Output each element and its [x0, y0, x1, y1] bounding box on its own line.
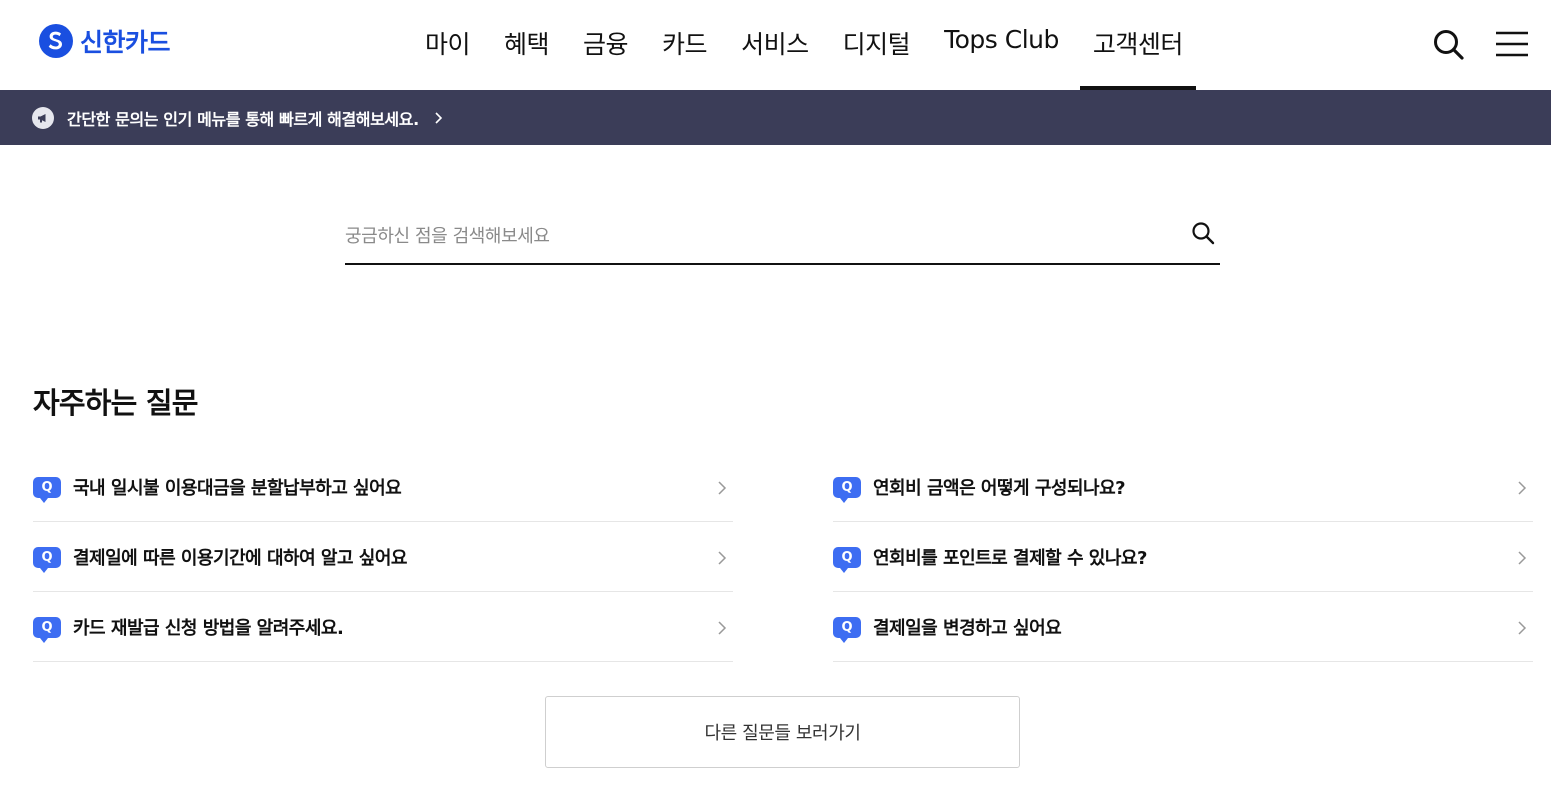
- hamburger-menu-icon[interactable]: [1494, 28, 1530, 60]
- faq-item[interactable]: Q 카드 재발급 신청 방법을 알려주세요.: [33, 592, 733, 662]
- faq-question: 결제일에 따른 이용기간에 대하여 알고 싶어요: [73, 547, 407, 569]
- search-bar: [345, 210, 1220, 265]
- brand-name: 신한카드: [80, 28, 171, 57]
- question-badge-icon: Q: [833, 547, 861, 573]
- faq-list-right: Q 연회비 금액은 어떻게 구성되나요? Q 연회비를 포인트로 결제할 수 있…: [833, 452, 1533, 662]
- nav-item-my[interactable]: 마이: [412, 0, 483, 90]
- megaphone-icon: [32, 106, 54, 129]
- question-badge-icon: Q: [33, 617, 61, 643]
- chevron-right-icon: [1518, 481, 1527, 495]
- chevron-right-icon: [1518, 621, 1527, 635]
- faq-question: 카드 재발급 신청 방법을 알려주세요.: [73, 617, 344, 639]
- nav-item-finance[interactable]: 금융: [570, 0, 641, 90]
- faq-item[interactable]: Q 국내 일시불 이용대금을 분할납부하고 싶어요: [33, 452, 733, 522]
- faq-section-title: 자주하는 질문: [33, 386, 198, 420]
- question-badge-icon: Q: [833, 617, 861, 643]
- nav-item-customer-center[interactable]: 고객센터: [1079, 0, 1196, 90]
- chevron-right-icon: [718, 551, 727, 565]
- question-badge-icon: Q: [833, 477, 861, 503]
- search-submit-icon[interactable]: [1190, 220, 1216, 246]
- notice-text: 간단한 문의는 인기 메뉴를 통해 빠르게 해결해보세요.: [67, 109, 419, 129]
- nav-item-digital[interactable]: 디지털: [830, 0, 924, 90]
- brand-logo[interactable]: 신한카드: [38, 22, 171, 60]
- faq-item[interactable]: Q 연회비 금액은 어떻게 구성되나요?: [833, 452, 1533, 522]
- search-input[interactable]: [345, 218, 1165, 254]
- nav-item-benefits[interactable]: 혜택: [491, 0, 562, 90]
- faq-question: 연회비를 포인트로 결제할 수 있나요?: [873, 547, 1147, 569]
- faq-question: 국내 일시불 이용대금을 분할납부하고 싶어요: [73, 477, 402, 499]
- faq-item[interactable]: Q 결제일에 따른 이용기간에 대하여 알고 싶어요: [33, 522, 733, 592]
- question-badge-icon: Q: [33, 547, 61, 573]
- faq-question: 연회비 금액은 어떻게 구성되나요?: [873, 477, 1126, 499]
- chevron-right-icon: [718, 621, 727, 635]
- nav-item-card[interactable]: 카드: [649, 0, 720, 90]
- chevron-right-icon: [718, 481, 727, 495]
- faq-item[interactable]: Q 연회비를 포인트로 결제할 수 있나요?: [833, 522, 1533, 592]
- faq-question: 결제일을 변경하고 싶어요: [873, 617, 1062, 639]
- chevron-right-icon: [1518, 551, 1527, 565]
- faq-list-left: Q 국내 일시불 이용대금을 분할납부하고 싶어요 Q 결제일에 따른 이용기간…: [33, 452, 733, 662]
- more-questions-button[interactable]: 다른 질문들 보러가기: [545, 696, 1020, 768]
- faq-item[interactable]: Q 결제일을 변경하고 싶어요: [833, 592, 1533, 662]
- question-badge-icon: Q: [33, 477, 61, 503]
- site-header: 신한카드 마이 혜택 금융 카드 서비스 디지털 Tops Club 고객센터: [0, 0, 1551, 90]
- nav-item-service[interactable]: 서비스: [728, 0, 822, 90]
- main-navigation: 마이 혜택 금융 카드 서비스 디지털 Tops Club 고객센터: [412, 0, 1204, 90]
- shinhan-logo-icon: [39, 24, 73, 58]
- notice-banner[interactable]: 간단한 문의는 인기 메뉴를 통해 빠르게 해결해보세요.: [0, 90, 1551, 145]
- chevron-right-icon: [435, 111, 442, 124]
- search-icon[interactable]: [1430, 26, 1468, 64]
- nav-item-tops-club[interactable]: Tops Club: [931, 0, 1072, 90]
